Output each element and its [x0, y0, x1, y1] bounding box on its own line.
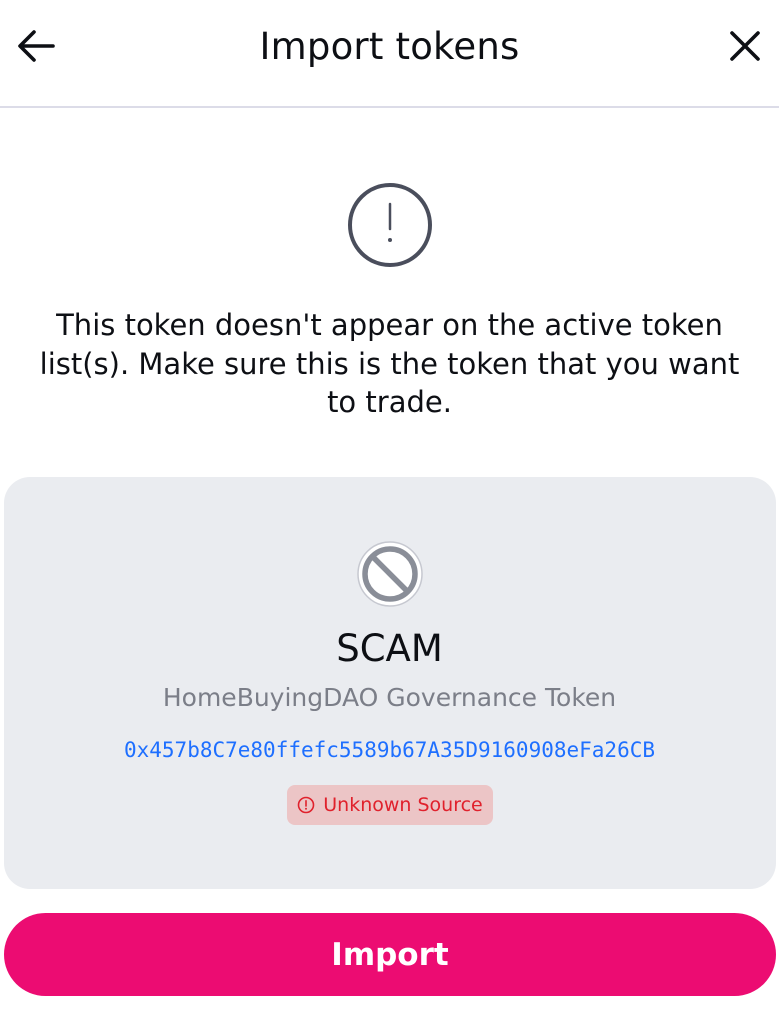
header-bar: Import tokens	[0, 0, 779, 108]
blocked-token-icon	[357, 541, 423, 607]
token-address-link[interactable]: 0x457b8C7e80ffefc5589b67A35D9160908eFa26…	[0, 735, 779, 765]
warning-message: This token doesn't appear on the active …	[39, 308, 740, 419]
badge-label: Unknown Source	[323, 794, 483, 816]
unknown-source-badge: Unknown Source	[287, 785, 493, 825]
import-button[interactable]: Import	[4, 913, 776, 996]
alert-circle-icon	[297, 796, 315, 814]
page-title: Import tokens	[259, 25, 520, 68]
close-button[interactable]	[723, 24, 767, 68]
alert-circle-icon	[348, 183, 432, 267]
close-icon	[730, 31, 760, 61]
token-name: HomeBuyingDAO Governance Token	[162, 683, 617, 712]
token-symbol: SCAM	[336, 627, 443, 670]
